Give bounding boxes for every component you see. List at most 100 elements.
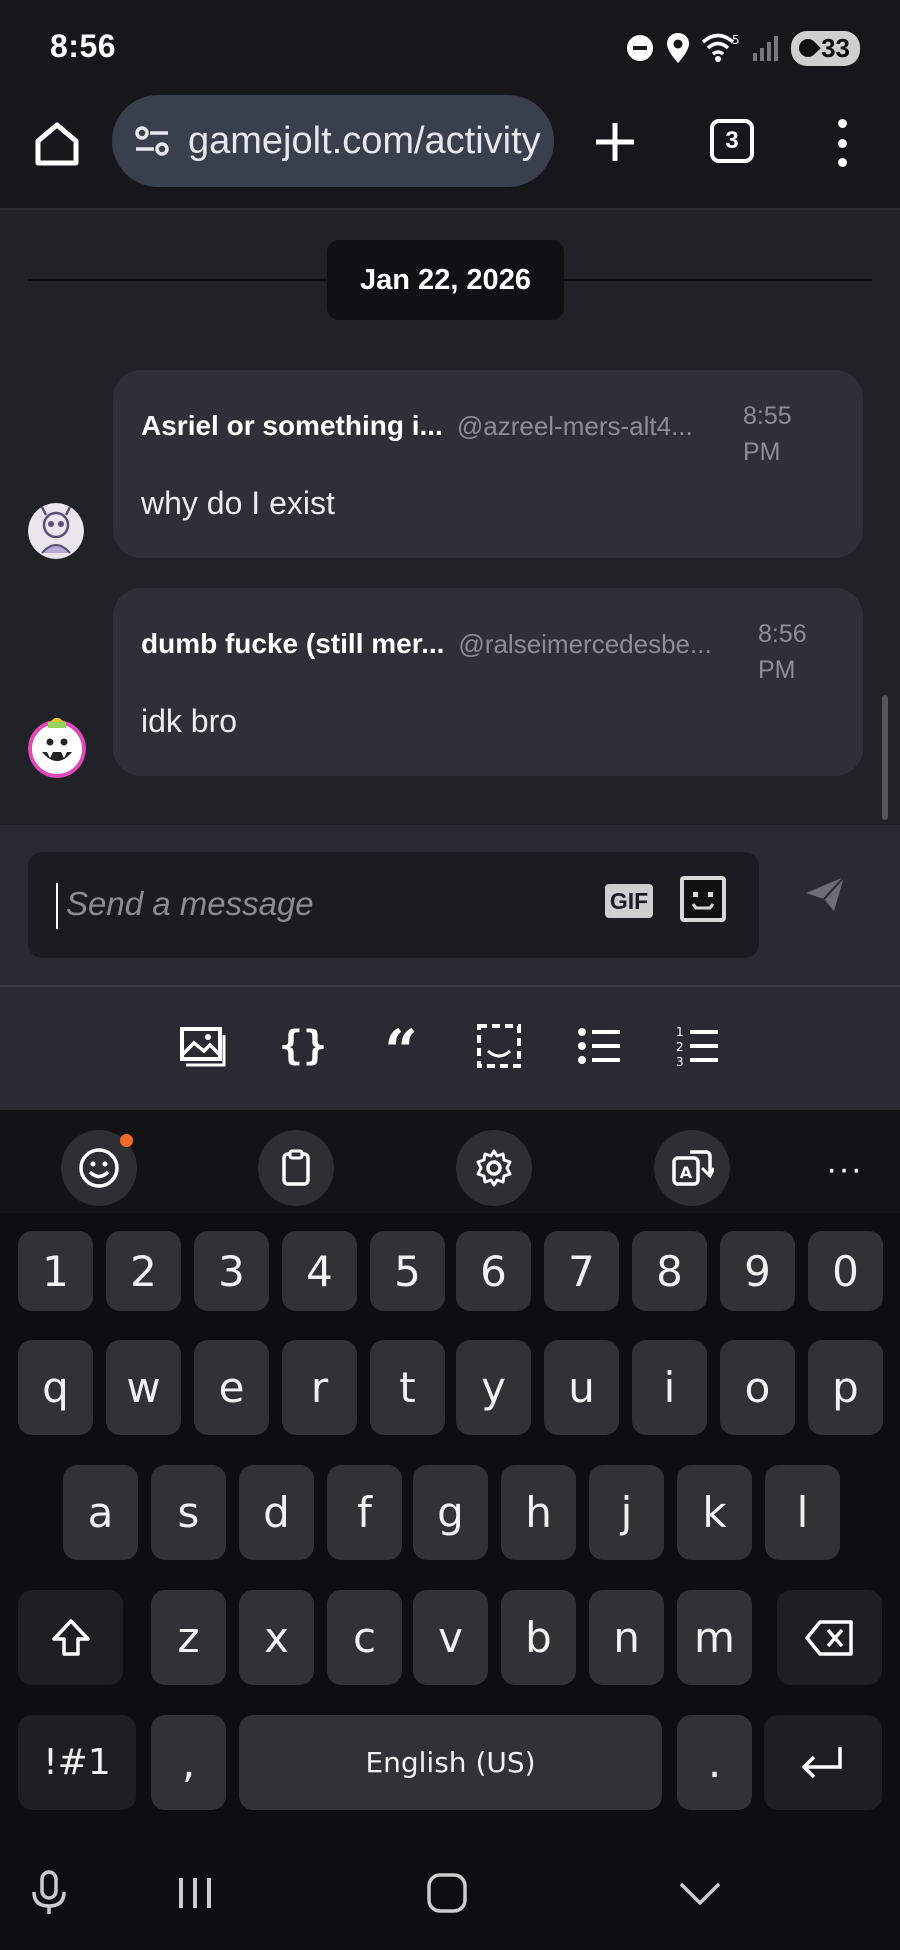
chat-feed[interactable]: Jan 22, 2026 Asriel or something i... @a…	[0, 210, 900, 825]
key-j[interactable]: j	[589, 1465, 664, 1560]
text-caret	[56, 883, 58, 929]
period-key[interactable]: .	[677, 1715, 752, 1810]
symbols-key[interactable]: !#1	[18, 1715, 136, 1810]
message-bubble[interactable]: Asriel or something i... @azreel-mers-al…	[113, 370, 863, 558]
tab-switcher-button[interactable]: 3	[710, 119, 754, 163]
message-handle[interactable]: @ralseimercedesbe...	[458, 629, 711, 660]
key-n[interactable]: n	[589, 1590, 664, 1685]
browser-menu-icon[interactable]	[830, 119, 854, 167]
avatar[interactable]	[28, 718, 86, 778]
key-r[interactable]: r	[282, 1340, 357, 1435]
key-z[interactable]: z	[151, 1590, 226, 1685]
sticker-icon[interactable]	[680, 876, 726, 922]
message-bubble[interactable]: dumb fucke (still mer... @ralseimercedes…	[113, 588, 863, 776]
translate-button[interactable]: A	[654, 1130, 730, 1206]
message-input[interactable]: Send a message GIF	[28, 852, 759, 958]
numbered-list-icon[interactable]: 123	[672, 1021, 722, 1071]
keyboard-toolbar: A ···	[0, 1110, 900, 1213]
code-block-icon[interactable]: {}	[278, 1021, 328, 1071]
home-icon[interactable]	[32, 119, 82, 169]
space-key[interactable]: English (US)	[239, 1715, 662, 1810]
key-g[interactable]: g	[413, 1465, 488, 1560]
microphone-icon[interactable]	[24, 1868, 74, 1918]
shift-icon	[51, 1618, 90, 1656]
enter-key[interactable]	[764, 1715, 882, 1810]
comma-key[interactable]: ,	[151, 1715, 226, 1810]
emoji-icon	[79, 1148, 119, 1188]
key-a[interactable]: a	[63, 1465, 138, 1560]
format-toolbar: {} “ 123	[0, 987, 900, 1110]
key-h[interactable]: h	[501, 1465, 576, 1560]
message-author[interactable]: dumb fucke (still mer...	[141, 628, 444, 660]
message-text: idk bro	[141, 703, 238, 739]
key-7[interactable]: 7	[544, 1231, 619, 1311]
bullet-list-icon[interactable]	[574, 1021, 624, 1071]
key-6[interactable]: 6	[456, 1231, 531, 1311]
address-bar[interactable]: gamejolt.com/activity	[112, 95, 554, 187]
key-x[interactable]: x	[239, 1590, 314, 1685]
hide-keyboard-icon[interactable]	[675, 1868, 725, 1918]
location-icon	[667, 33, 690, 63]
shift-key[interactable]	[18, 1590, 123, 1685]
key-w[interactable]: w	[106, 1340, 181, 1435]
key-0[interactable]: 0	[808, 1231, 883, 1311]
key-o[interactable]: o	[720, 1340, 795, 1435]
message-composer: Send a message GIF	[0, 825, 900, 987]
gif-button[interactable]: GIF	[605, 884, 653, 918]
key-2[interactable]: 2	[106, 1231, 181, 1311]
site-settings-icon[interactable]	[132, 121, 172, 161]
gear-icon	[476, 1149, 512, 1187]
home-nav-icon[interactable]	[422, 1868, 472, 1918]
key-k[interactable]: k	[677, 1465, 752, 1560]
key-q[interactable]: q	[18, 1340, 93, 1435]
system-nav-bar	[0, 1828, 900, 1950]
key-5[interactable]: 5	[370, 1231, 445, 1311]
settings-button[interactable]	[456, 1130, 532, 1206]
key-b[interactable]: b	[501, 1590, 576, 1685]
key-l[interactable]: l	[765, 1465, 840, 1560]
battery-indicator: 33	[791, 30, 860, 66]
key-s[interactable]: s	[151, 1465, 226, 1560]
key-p[interactable]: p	[808, 1340, 883, 1435]
key-c[interactable]: c	[327, 1590, 402, 1685]
clipboard-button[interactable]	[258, 1130, 334, 1206]
key-m[interactable]: m	[677, 1590, 752, 1685]
avatar[interactable]	[28, 503, 84, 559]
key-y[interactable]: y	[456, 1340, 531, 1435]
key-9[interactable]: 9	[720, 1231, 795, 1311]
key-e[interactable]: e	[194, 1340, 269, 1435]
message-author[interactable]: Asriel or something i...	[141, 410, 443, 442]
key-v[interactable]: v	[413, 1590, 488, 1685]
key-1[interactable]: 1	[18, 1231, 93, 1311]
do-not-disturb-icon	[627, 35, 654, 61]
image-icon[interactable]	[178, 1021, 228, 1071]
chat-scrollbar[interactable]	[882, 695, 888, 820]
message-handle[interactable]: @azreel-mers-alt4...	[457, 411, 693, 442]
message-text: why do I exist	[141, 485, 335, 521]
quote-icon[interactable]: “	[376, 1021, 426, 1071]
message-placeholder: Send a message	[66, 885, 314, 922]
recent-apps-icon[interactable]	[170, 1868, 220, 1918]
key-4[interactable]: 4	[282, 1231, 357, 1311]
key-8[interactable]: 8	[632, 1231, 707, 1311]
new-tab-icon[interactable]	[590, 117, 640, 167]
key-i[interactable]: i	[632, 1340, 707, 1435]
translate-icon: A	[672, 1150, 714, 1186]
more-options-icon[interactable]: ···	[826, 1150, 863, 1189]
backspace-key[interactable]	[777, 1590, 882, 1685]
send-icon[interactable]	[800, 867, 850, 917]
wifi-icon: 5	[701, 33, 740, 62]
key-3[interactable]: 3	[194, 1231, 269, 1311]
svg-text:2: 2	[676, 1040, 684, 1054]
emoji-button[interactable]	[61, 1130, 137, 1206]
key-t[interactable]: t	[370, 1340, 445, 1435]
key-f[interactable]: f	[327, 1465, 402, 1560]
keyboard: 1 2 3 4 5 6 7 8 9 0 q w e r t y u i o p …	[0, 1213, 900, 1828]
key-u[interactable]: u	[544, 1340, 619, 1435]
status-bar: 8:56 5 33	[0, 0, 900, 95]
battery-level: 33	[821, 32, 850, 63]
date-label: Jan 22, 2026	[327, 240, 564, 320]
svg-text:“: “	[384, 1021, 417, 1071]
spoiler-icon[interactable]	[474, 1021, 524, 1071]
key-d[interactable]: d	[239, 1465, 314, 1560]
